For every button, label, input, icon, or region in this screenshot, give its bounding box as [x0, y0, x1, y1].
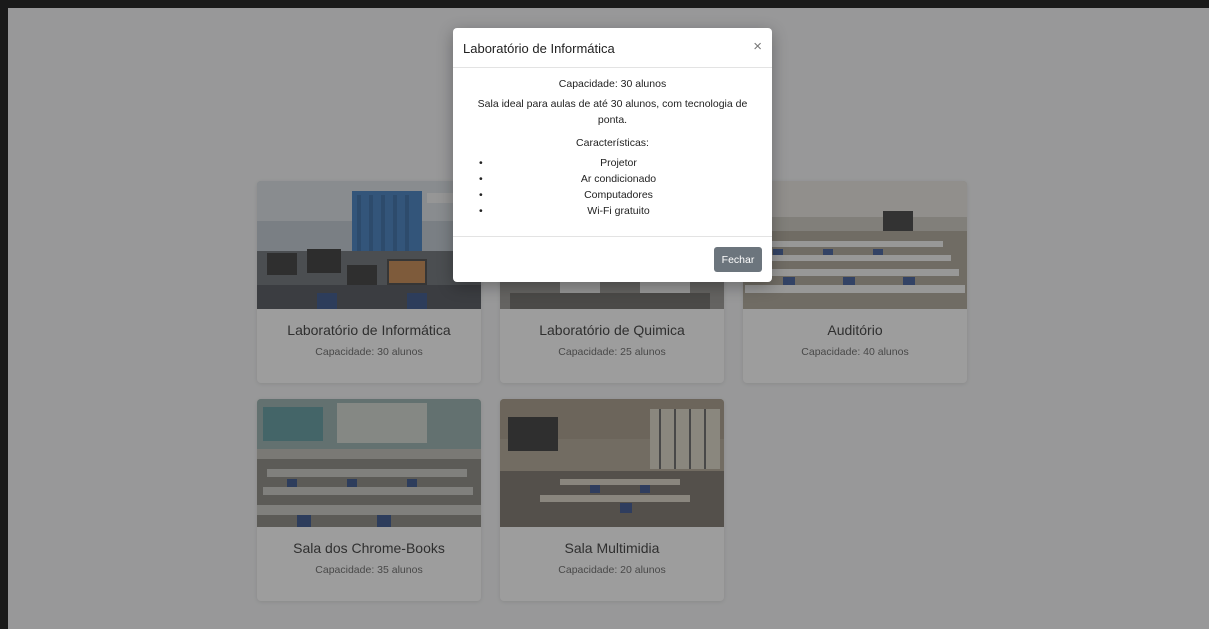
- room-details-modal: Laboratório de Informática × Capacidade:…: [453, 28, 772, 282]
- feature-item: Computadores: [479, 187, 758, 203]
- modal-title: Laboratório de Informática: [463, 41, 615, 56]
- modal-description: Sala ideal para aulas de até 30 alunos, …: [477, 98, 748, 126]
- modal-footer: Fechar: [453, 236, 772, 282]
- modal-body: Capacidade: 30 alunos Sala ideal para au…: [453, 69, 772, 236]
- modal-capacity: Capacidade: 30 alunos: [558, 78, 667, 90]
- fechar-button[interactable]: Fechar: [714, 247, 762, 272]
- page-viewport: Laboratório de Informática Capacidade: 3…: [8, 8, 1209, 629]
- feature-item: Ar condicionado: [479, 171, 758, 187]
- features-title: Características:: [576, 137, 649, 149]
- feature-item: Projetor: [479, 155, 758, 171]
- modal-header: Laboratório de Informática ×: [453, 28, 772, 68]
- close-icon[interactable]: ×: [753, 39, 762, 54]
- features-list: Projetor Ar condicionado Computadores Wi…: [479, 155, 758, 219]
- feature-item: Wi-Fi gratuito: [479, 203, 758, 219]
